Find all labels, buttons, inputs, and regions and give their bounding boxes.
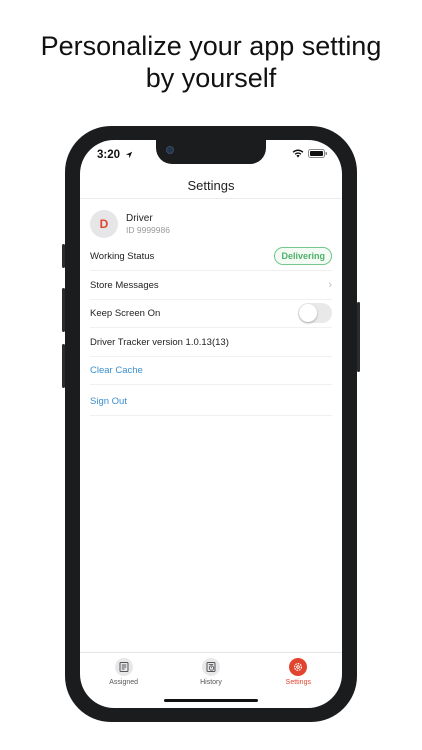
sign-out-button[interactable]: Sign Out [90, 396, 127, 407]
marketing-headline: Personalize your app setting by yourself [0, 30, 422, 94]
tab-assigned[interactable]: Assigned [80, 653, 167, 708]
profile-card: D Driver ID 9999986 [90, 210, 170, 238]
version-label: Driver Tracker version 1.0.13(13) [90, 336, 229, 348]
battery-icon [308, 149, 327, 158]
chevron-right-icon: › [328, 279, 332, 291]
keep-screen-on-toggle[interactable] [298, 303, 332, 323]
status-icons [292, 149, 328, 158]
tab-history-label: History [200, 679, 222, 686]
history-icon [201, 658, 220, 676]
working-status-row[interactable]: Working Status Delivering [90, 242, 332, 271]
sign-out-row[interactable]: Sign Out [90, 387, 332, 416]
phone-volume-down-button [62, 344, 65, 388]
wifi-icon [292, 149, 304, 158]
phone-side-button [62, 244, 65, 268]
keep-screen-on-label: Keep Screen On [90, 307, 161, 319]
clear-cache-button[interactable]: Clear Cache [90, 365, 143, 376]
working-status-label: Working Status [90, 250, 155, 262]
keep-screen-on-row: Keep Screen On [90, 299, 332, 328]
store-messages-row[interactable]: Store Messages › [90, 271, 332, 300]
camera-icon [166, 146, 174, 154]
gear-icon [289, 658, 308, 676]
phone-volume-up-button [62, 288, 65, 332]
assigned-icon [114, 658, 133, 676]
tab-settings-label: Settings [285, 679, 311, 686]
working-status-badge[interactable]: Delivering [274, 247, 332, 265]
phone-power-button [357, 302, 360, 372]
clear-cache-row[interactable]: Clear Cache [90, 356, 332, 385]
status-time: 3:20 [97, 149, 133, 161]
headline-line-2: by yourself [145, 63, 277, 93]
location-arrow-icon [126, 151, 133, 159]
profile-name: Driver [126, 212, 153, 224]
tab-settings[interactable]: Settings [255, 653, 342, 708]
store-messages-label: Store Messages [90, 279, 159, 291]
version-row: Driver Tracker version 1.0.13(13) [90, 328, 332, 357]
toggle-knob [299, 304, 317, 322]
phone-screen: 3:20 Settings D Driver ID 9999986 Workin… [80, 140, 342, 708]
profile-id: ID 9999986 [126, 224, 170, 235]
nav-divider [80, 198, 342, 199]
page-title: Settings [187, 178, 235, 193]
headline-line-1: Personalize your app setting [40, 31, 382, 61]
tab-assigned-label: Assigned [109, 679, 139, 686]
status-time-text: 3:20 [97, 149, 121, 161]
notch [156, 140, 266, 164]
phone-frame: 3:20 Settings D Driver ID 9999986 Workin… [62, 126, 360, 722]
home-indicator[interactable] [164, 699, 258, 702]
avatar: D [90, 210, 118, 238]
